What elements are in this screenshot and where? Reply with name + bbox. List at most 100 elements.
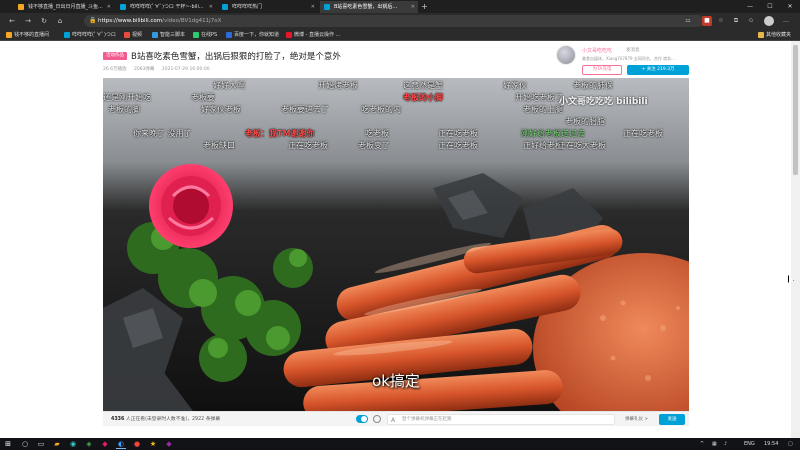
volume-icon[interactable]: ♪ [724,438,727,450]
edge-browser-icon[interactable]: ◐ [116,439,126,449]
notification-icon[interactable]: ▢ [788,438,793,450]
read-aloud-icon[interactable]: ⚏ [683,16,693,26]
danmaku-etiquette-link[interactable]: 弹幕礼仪 > [625,412,648,427]
send-message-link[interactable]: 发消息 [626,47,640,53]
maximize-button[interactable]: ☐ [760,0,780,13]
danmaku-item: 好家伙老板 [201,105,241,114]
viewer-info: 4336 人正在看(未登录时人数不准)，2922 条弹幕 [111,412,220,427]
url-field[interactable]: 🔒 https://www.bilibili.com/video/BV1dg41… [84,15,704,27]
danmaku-toggle[interactable] [356,415,368,423]
bookmark-label: 智能三脚本 [160,32,186,38]
bilibili-favicon-icon [324,4,330,10]
bookmark-item[interactable]: 视频 [124,29,142,41]
bookmark-favicon-icon [286,32,292,38]
bookmark-item[interactable]: 咩咩咩咩(ﾟ∀ﾟ)つロ [64,29,116,41]
viewer-count: 4336 [111,417,125,422]
danmaku-count: 2063弹幕 [133,67,155,72]
tab-close-icon[interactable]: ✕ [411,1,415,13]
bookmark-favicon-icon [64,32,70,38]
app-icon[interactable]: ◆ [164,439,174,449]
danmaku-item: 吃老板 [365,129,389,138]
page-scrollbar[interactable] [791,41,800,438]
danmaku-item: 好好大啊 [213,81,245,90]
bookmark-label: 视频 [132,32,143,38]
extension-icon[interactable]: ■ [702,16,712,26]
danmaku-item: 这竟然是蟹 [403,81,443,90]
browser-tab-2[interactable]: 咩咩咩咩(ﾟ∀ﾟ)つロ 干杯~-bili... ✕ [116,1,216,13]
bookmark-item[interactable]: 智能三脚本 [152,29,185,41]
danmaku-item: 正在吃老板 [288,141,328,150]
bookmark-label: 钱不够的直播间 [14,32,50,38]
font-style-icon[interactable]: A [391,416,395,425]
app-icon[interactable]: ★ [148,439,158,449]
plus-icon: + [641,67,646,72]
danmaku-input[interactable]: A 登个弹幕机弹幕正在赶路 [387,414,615,425]
danmaku-item: 老板的胎脂 [565,117,605,126]
back-icon[interactable]: ← [6,15,18,27]
browser-tab-strip: 钱不够直播_日出日月直播_斗鱼... ✕ 咩咩咩咩(ﾟ∀ﾟ)つロ 干杯~-bil… [0,0,800,13]
danmaku-item: 正在吃老板 [438,129,478,138]
follow-label: 关注 219.3万 [646,67,675,72]
clock[interactable]: 19:54 [764,438,778,450]
tab-title: 咩咩咩咩(ﾟ∀ﾟ)つロ 干杯~-bili... [130,4,204,10]
view-count: 26.6万播放 [103,67,127,72]
danmaku-item: 老板要进去了 [281,105,329,114]
favorites-bar-icon[interactable]: ✩ [746,16,756,26]
app-icon[interactable]: ◆ [100,439,110,449]
danmaku-item: 开始烤老板 [318,81,358,90]
folder-icon [758,32,764,38]
bookmark-item[interactable]: 微博 - 直播云操作 ... [286,29,340,41]
new-tab-button[interactable]: + [421,0,428,13]
danmaku-item: 你来晚了 没用了 [133,129,192,138]
browser-tab-4-active[interactable]: B站喜吃素色雪蟹，出锅后... ✕ [320,1,418,13]
search-icon[interactable]: ○ [20,439,30,449]
tab-close-icon[interactable]: ✕ [107,1,111,13]
start-windows-icon[interactable]: ⊞ [3,439,13,449]
send-danmaku-button[interactable]: 发送 [659,414,685,425]
task-view-icon[interactable]: ▭ [36,439,46,449]
bookmark-label: 在线PS [201,32,218,38]
uploader-avatar[interactable] [556,45,576,65]
tab-close-icon[interactable]: ✕ [311,1,315,13]
bilibili-favicon-icon [222,4,228,10]
app-icon[interactable]: ● [132,439,142,449]
browser-tab-3[interactable]: 咩咩咩咩热门 ✕ [218,1,318,13]
refresh-icon[interactable]: ↻ [38,15,50,27]
tray-arrow-icon[interactable]: ^ [700,438,704,450]
bookmark-item[interactable]: 在线PS [193,29,217,41]
minimize-button[interactable]: — [740,0,760,13]
address-bar-row: ← → ↻ ⌂ 🔒 https://www.bilibili.com/video… [0,13,800,29]
tab-close-icon[interactable]: ✕ [209,1,213,13]
bookmark-item[interactable]: 钱不够的直播间 [6,29,49,41]
language-indicator[interactable]: ENG [744,438,755,450]
danmaku-item: 老板的上腿 [523,105,563,114]
scrollbar-thumb[interactable] [793,45,798,175]
video-player[interactable]: 好好大啊 开始烤老板 这竟然是蟹 好家伙 老板的肺保 还是刚开始吃 老板要 老板… [103,78,689,411]
activity-badge: 活动作品 [103,52,127,60]
bookmark-item[interactable]: 百度一下，你就知道 [226,29,279,41]
network-icon[interactable]: ▦ [712,438,717,450]
profile-avatar-icon[interactable] [764,16,774,26]
follow-button[interactable]: + 关注 219.3万 [627,65,689,75]
danmaku-item: 刚好给老板送过去 [521,129,585,138]
bookmark-favicon-icon [226,32,232,38]
file-explorer-icon[interactable]: ▰ [52,439,62,449]
close-window-button[interactable]: ✕ [780,0,800,13]
forward-icon[interactable]: → [22,15,34,27]
danmaku-item: 正在吃老板 [623,129,663,138]
app-icon[interactable]: ◉ [68,439,78,449]
home-icon[interactable]: ⌂ [54,15,66,27]
more-menu-icon[interactable]: … [781,16,791,26]
charge-button[interactable]: 为TA充电 [582,65,622,75]
collections-icon[interactable]: ⧉ [731,16,741,26]
app-icon[interactable]: ◈ [84,439,94,449]
bookmark-favicon-icon [6,32,12,38]
browser-tab-1[interactable]: 钱不够直播_日出日月直播_斗鱼... ✕ [14,1,114,13]
other-bookmarks[interactable]: 其他收藏夹 [758,29,791,41]
danmaku-item-highlight: 老板：我TM谢谢你 [245,129,315,138]
danmaku-settings-icon[interactable] [373,415,381,423]
danmaku-item: 正在吃老板 [438,141,478,150]
favorites-star-icon[interactable]: ☆ [716,16,726,26]
uploader-name[interactable]: 小文哥吃吃吃 [582,47,612,54]
url-host: https://www.bilibili.com [98,18,163,24]
